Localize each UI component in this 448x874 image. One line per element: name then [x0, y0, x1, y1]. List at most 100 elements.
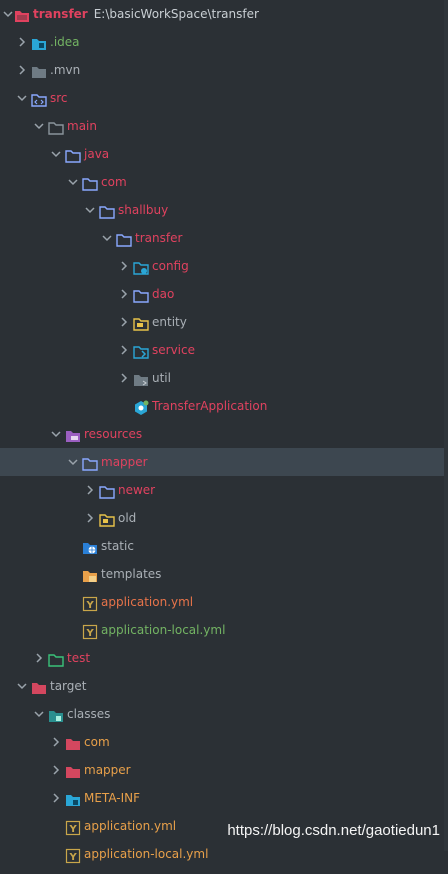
tree-row-templates[interactable]: templates	[0, 560, 448, 588]
tree-row-mvn[interactable]: .mvn	[0, 56, 448, 84]
yaml-file-icon: Y	[65, 846, 81, 864]
tree-row-application-yml[interactable]: Y application.yml	[0, 588, 448, 616]
chevron-right-icon[interactable]	[116, 252, 132, 280]
chevron-right-icon[interactable]	[116, 308, 132, 336]
tree-row-transfer-package[interactable]: transfer	[0, 224, 448, 252]
tree-label: TransferApplication	[152, 399, 268, 413]
chevron-right-icon[interactable]	[116, 364, 132, 392]
chevron-right-icon[interactable]	[82, 476, 98, 504]
yaml-file-icon: Y	[65, 818, 81, 836]
tree-row-idea[interactable]: .idea	[0, 28, 448, 56]
tree-row-target[interactable]: target	[0, 672, 448, 700]
chevron-down-icon[interactable]	[31, 112, 47, 140]
tree-label: config	[152, 259, 189, 273]
vertical-scrollbar[interactable]	[444, 0, 448, 851]
chevron-down-icon[interactable]	[65, 168, 81, 196]
tree-row-newer[interactable]: newer	[0, 476, 448, 504]
tree-label: application-local.yml	[101, 623, 226, 637]
tree-label: mapper	[101, 455, 148, 469]
source-folder-icon	[31, 90, 47, 107]
tree-label: old	[118, 511, 137, 525]
chevron-right-icon[interactable]	[14, 56, 30, 84]
tree-row-resources[interactable]: resources	[0, 420, 448, 448]
tree-row-transfer-application[interactable]: TransferApplication	[0, 392, 448, 420]
tree-label: META-INF	[84, 791, 141, 805]
tree-label: dao	[152, 287, 175, 301]
chevron-down-icon[interactable]	[31, 700, 47, 728]
folder-icon	[31, 62, 47, 78]
tree-row-com[interactable]: com	[0, 168, 448, 196]
chevron-right-icon[interactable]	[31, 644, 47, 672]
watermark-text: https://blog.csdn.net/gaotiedun1	[227, 822, 440, 839]
tree-row-config[interactable]: config	[0, 252, 448, 280]
tree-row-application-local-yml[interactable]: Y application-local.yml	[0, 616, 448, 644]
spring-boot-class-icon	[133, 398, 149, 415]
tree-row-util[interactable]: util	[0, 364, 448, 392]
svg-text:Y: Y	[69, 852, 78, 863]
project-tree: transfer E:\basicWorkSpace\transfer .idea…	[0, 0, 448, 864]
tree-row-main[interactable]: main	[0, 112, 448, 140]
chevron-down-icon[interactable]	[82, 196, 98, 224]
chevron-right-icon[interactable]	[48, 784, 64, 812]
excluded-folder-icon	[65, 734, 81, 750]
folder-icon	[99, 510, 115, 527]
folder-icon	[82, 454, 98, 471]
tree-row-service[interactable]: service	[0, 336, 448, 364]
tree-label: newer	[118, 483, 156, 497]
chevron-down-icon[interactable]	[14, 672, 30, 700]
module-folder-icon	[14, 6, 30, 22]
tree-row-dao[interactable]: dao	[0, 280, 448, 308]
folder-icon	[133, 370, 149, 386]
svg-text:Y: Y	[86, 600, 95, 611]
tree-label: util	[152, 371, 171, 385]
project-path: E:\basicWorkSpace\transfer	[93, 7, 259, 21]
chevron-down-icon[interactable]	[48, 420, 64, 448]
chevron-right-icon[interactable]	[82, 504, 98, 532]
chevron-right-icon[interactable]	[116, 336, 132, 364]
tree-label: transfer	[135, 231, 183, 245]
tree-label: classes	[67, 707, 111, 721]
excluded-folder-icon	[65, 762, 81, 778]
tree-row-java[interactable]: java	[0, 140, 448, 168]
tree-label: com	[101, 175, 127, 189]
tree-row-old[interactable]: old	[0, 504, 448, 532]
tree-label: .mvn	[50, 63, 81, 77]
project-name: transfer	[33, 7, 88, 21]
chevron-down-icon[interactable]	[14, 84, 30, 112]
tree-row-classes-mapper[interactable]: mapper	[0, 756, 448, 784]
tree-row-meta-inf[interactable]: META-INF	[0, 784, 448, 812]
tree-label: test	[67, 651, 91, 665]
tree-row-entity[interactable]: entity	[0, 308, 448, 336]
service-package-icon	[133, 342, 149, 359]
java-source-folder-icon	[65, 146, 81, 163]
web-folder-icon	[82, 538, 98, 554]
tree-row-classes-com[interactable]: com	[0, 728, 448, 756]
tree-row-classes-application-local-yml[interactable]: Y application-local.yml	[0, 840, 448, 868]
output-folder-icon	[48, 706, 64, 722]
tree-label: main	[67, 119, 97, 133]
tree-label: resources	[84, 427, 143, 441]
tree-row-classes[interactable]: classes	[0, 700, 448, 728]
tree-label: service	[152, 343, 195, 357]
tree-label: com	[84, 735, 110, 749]
tree-row-transfer-root[interactable]: transfer E:\basicWorkSpace\transfer	[0, 0, 448, 28]
tree-row-shallbuy[interactable]: shallbuy	[0, 196, 448, 224]
tree-row-test[interactable]: test	[0, 644, 448, 672]
tree-label: application.yml	[84, 819, 177, 833]
chevron-right-icon[interactable]	[48, 756, 64, 784]
chevron-right-icon[interactable]	[116, 280, 132, 308]
tree-row-src[interactable]: src	[0, 84, 448, 112]
tree-row-static[interactable]: static	[0, 532, 448, 560]
chevron-right-icon[interactable]	[14, 28, 30, 56]
svg-text:Y: Y	[86, 628, 95, 639]
package-icon	[133, 286, 149, 303]
chevron-down-icon[interactable]	[99, 224, 115, 252]
resources-folder-icon	[65, 426, 81, 442]
yaml-file-icon: Y	[82, 594, 98, 612]
chevron-down-icon[interactable]	[48, 140, 64, 168]
templates-folder-icon	[82, 566, 98, 582]
package-icon	[99, 202, 115, 219]
chevron-right-icon[interactable]	[48, 728, 64, 756]
chevron-down-icon[interactable]	[65, 448, 81, 476]
tree-row-mapper-selected[interactable]: mapper	[0, 448, 448, 476]
